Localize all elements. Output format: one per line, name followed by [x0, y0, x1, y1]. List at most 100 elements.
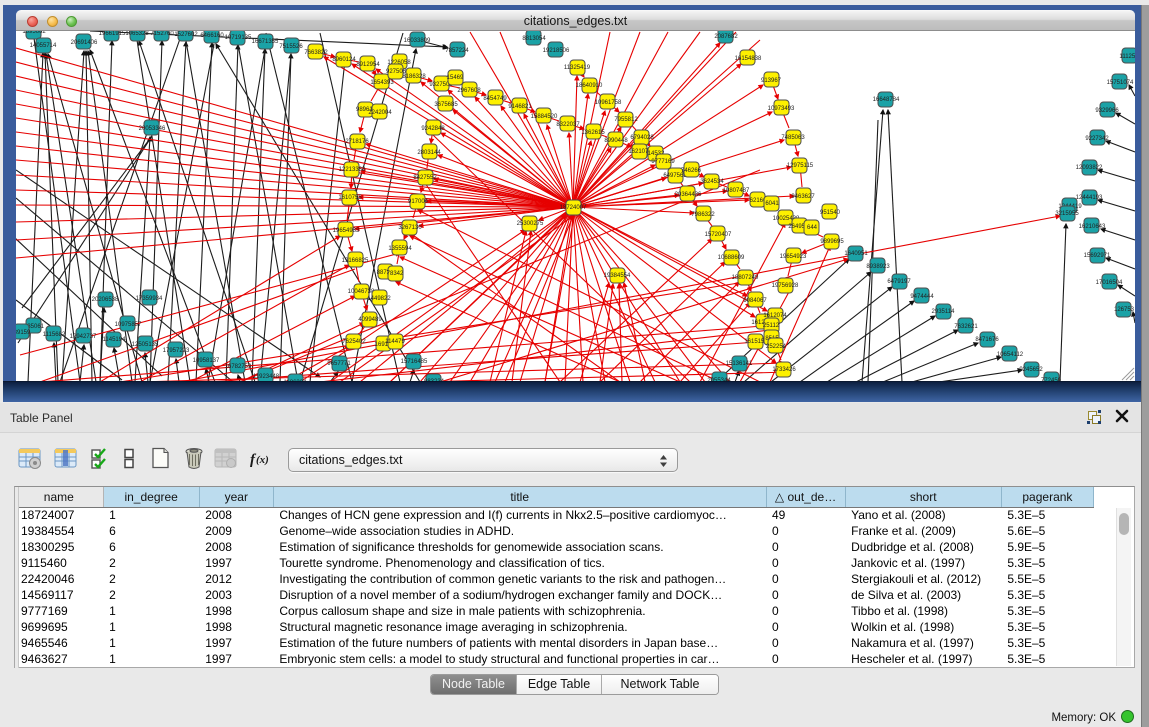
svg-text:11923448: 11923448 — [253, 374, 280, 380]
svg-text:8454749: 8454749 — [483, 96, 507, 102]
svg-text:2087682: 2087682 — [714, 34, 738, 40]
svg-text:913967: 913967 — [761, 78, 782, 84]
svg-text:111254: 111254 — [1119, 54, 1135, 60]
svg-text:12093822: 12093822 — [1076, 165, 1103, 171]
svg-text:7857224: 7857224 — [445, 48, 469, 54]
svg-text:19654983: 19654983 — [333, 228, 360, 234]
svg-text:17359934: 17359934 — [136, 296, 163, 302]
svg-text:9463627: 9463627 — [791, 194, 815, 200]
svg-text:2242004: 2242004 — [368, 110, 392, 116]
svg-text:8960124: 8960124 — [332, 57, 356, 63]
svg-text:746266: 746266 — [681, 168, 702, 174]
svg-text:9084067: 9084067 — [743, 298, 767, 304]
svg-text:19756928: 19756928 — [772, 283, 799, 289]
svg-text:12942737: 12942737 — [70, 334, 97, 340]
svg-text:7485063: 7485063 — [781, 135, 805, 141]
svg-text:14055714: 14055714 — [30, 43, 57, 49]
svg-text:252254: 252254 — [766, 344, 787, 350]
svg-text:10688609: 10688609 — [718, 255, 745, 261]
svg-text:9657771: 9657771 — [327, 361, 351, 367]
svg-text:2803144: 2803144 — [417, 150, 441, 156]
svg-text:20206538: 20206538 — [92, 297, 119, 303]
svg-text:2935114: 2935114 — [932, 309, 956, 315]
svg-text:8186328: 8186328 — [402, 74, 426, 80]
svg-text:16671355: 16671355 — [252, 39, 279, 45]
svg-text:16154838: 16154838 — [735, 56, 762, 62]
svg-text:15751074: 15751074 — [1107, 80, 1134, 86]
svg-text:8322037: 8322037 — [556, 122, 580, 128]
svg-text:10046738: 10046738 — [348, 289, 375, 295]
svg-text:9242848: 9242848 — [421, 126, 445, 132]
svg-text:19654923: 19654923 — [780, 254, 807, 260]
svg-text:6466160: 6466160 — [200, 33, 224, 39]
svg-text:19166825: 19166825 — [342, 258, 369, 264]
svg-text:7986322: 7986322 — [691, 212, 715, 218]
svg-text:10973493: 10973493 — [768, 106, 795, 112]
svg-text:7663822: 7663822 — [304, 50, 328, 56]
svg-text:3624534: 3624534 — [700, 179, 724, 185]
svg-text:8813054: 8813054 — [522, 36, 546, 42]
svg-text:78342: 78342 — [387, 271, 404, 277]
svg-text:9227342: 9227342 — [1085, 136, 1109, 142]
svg-text:7515526: 7515526 — [279, 44, 303, 50]
svg-text:917004: 917004 — [408, 199, 429, 205]
svg-text:6041: 6041 — [765, 201, 779, 207]
svg-text:7955812: 7955812 — [614, 117, 638, 123]
svg-text:12444193: 12444193 — [1076, 195, 1103, 201]
svg-text:2718176: 2718176 — [345, 139, 369, 145]
svg-text:3675685: 3675685 — [434, 102, 458, 108]
svg-text:10654112: 10654112 — [997, 352, 1024, 358]
svg-text:12505135: 12505135 — [132, 342, 159, 348]
svg-text:3215955: 3215955 — [1055, 211, 1079, 217]
svg-text:114479: 114479 — [385, 339, 405, 345]
svg-text:644: 644 — [807, 225, 818, 231]
svg-text:8990448: 8990448 — [604, 138, 628, 144]
svg-text:9777169: 9777169 — [651, 159, 675, 165]
svg-text:8471676: 8471676 — [975, 337, 999, 343]
svg-text:1654393: 1654393 — [370, 80, 394, 86]
svg-text:6794028: 6794028 — [630, 135, 654, 141]
svg-text:15720407: 15720407 — [705, 232, 732, 238]
svg-text:19661915: 19661915 — [99, 31, 126, 37]
svg-text:1895662: 1895662 — [22, 31, 46, 35]
svg-text:9146821: 9146821 — [508, 104, 532, 110]
svg-text:8938923: 8938923 — [866, 264, 890, 270]
svg-text:1733426: 1733426 — [772, 367, 796, 373]
svg-text:8912954: 8912954 — [356, 62, 380, 68]
svg-text:1115682: 1115682 — [43, 332, 66, 338]
svg-text:12213383: 12213383 — [339, 167, 366, 173]
svg-text:126753: 126753 — [1114, 307, 1135, 313]
svg-text:1355594: 1355594 — [388, 246, 412, 252]
svg-text:1145194: 1145194 — [103, 337, 127, 343]
svg-text:6479197: 6479197 — [887, 279, 911, 285]
svg-text:1527602: 1527602 — [174, 32, 198, 38]
svg-text:9329966: 9329966 — [1095, 108, 1119, 114]
svg-text:25112: 25112 — [763, 323, 780, 329]
svg-text:1610755: 1610755 — [338, 195, 362, 201]
svg-text:10961758: 10961758 — [595, 100, 622, 106]
svg-text:12975115: 12975115 — [787, 163, 814, 169]
svg-text:15692971: 15692971 — [1084, 253, 1111, 259]
svg-text:16648784: 16648784 — [873, 97, 900, 103]
svg-text:3267130: 3267130 — [398, 225, 422, 231]
svg-text:18807249: 18807249 — [732, 275, 759, 281]
svg-text:10958137: 10958137 — [193, 358, 220, 364]
svg-text:1362615: 1362615 — [581, 130, 605, 136]
svg-text:19384554: 19384554 — [604, 273, 631, 279]
svg-text:17957223: 17957223 — [163, 348, 190, 354]
svg-text:10807487: 10807487 — [723, 188, 750, 194]
svg-text:20053346: 20053346 — [139, 126, 166, 132]
svg-text:1065328: 1065328 — [125, 31, 149, 37]
svg-text:15716485: 15716485 — [401, 359, 428, 365]
svg-text:10975857: 10975857 — [115, 322, 142, 328]
svg-text:1449822: 1449822 — [367, 296, 391, 302]
svg-text:15469: 15469 — [447, 75, 464, 81]
svg-text:9899695: 9899695 — [820, 239, 844, 245]
svg-text:39159: 39159 — [16, 330, 31, 336]
svg-text:20691406: 20691406 — [71, 40, 98, 46]
svg-text:19218506: 19218506 — [543, 48, 570, 54]
svg-text:16210643: 16210643 — [1079, 224, 1106, 230]
svg-text:15136141: 15136141 — [726, 361, 753, 367]
svg-text:951540: 951540 — [820, 210, 841, 216]
svg-text:7152760: 7152760 — [150, 31, 174, 37]
